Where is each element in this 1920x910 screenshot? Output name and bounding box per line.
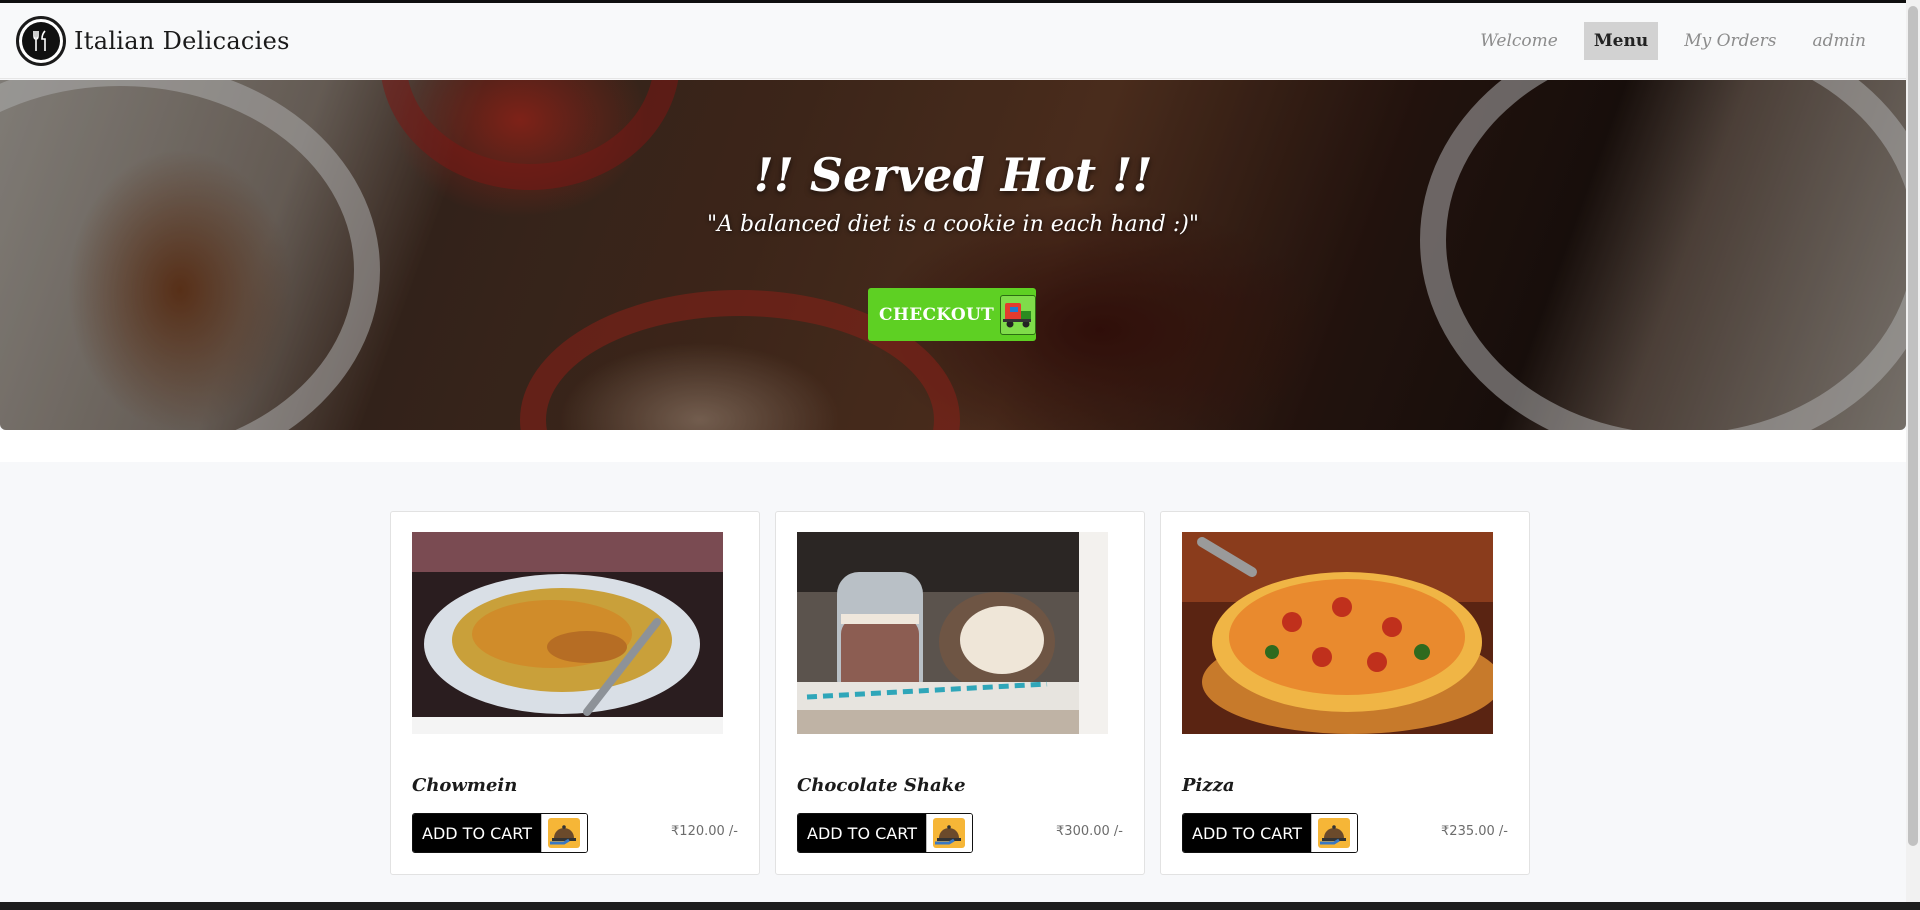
chocolate-shake-photo	[797, 532, 1108, 734]
nav-link-welcome[interactable]: Welcome	[1470, 22, 1568, 60]
item-name: Chocolate Shake	[797, 775, 966, 796]
nav-link-admin[interactable]: admin	[1802, 22, 1876, 60]
item-name: Chowmein	[412, 775, 518, 796]
item-price: ₹300.00 /-	[1056, 824, 1123, 839]
brand-name[interactable]: Italian Delicacies	[74, 27, 290, 55]
scrollbar-thumb[interactable]	[1908, 6, 1918, 846]
navbar: Italian Delicacies Welcome Menu My Order…	[0, 3, 1906, 79]
item-price: ₹235.00 /-	[1441, 824, 1508, 839]
serving-dish-icon	[1310, 814, 1357, 852]
menu-cards: Chowmein ADD TO CART ₹120.00 /- Chocolat…	[390, 511, 1530, 875]
fork-knife-icon	[33, 29, 46, 51]
delivery-cart-icon	[1000, 294, 1037, 335]
vertical-scrollbar[interactable]	[1906, 0, 1920, 910]
hero-quote: "A balanced diet is a cookie in each han…	[707, 212, 1199, 237]
item-price: ₹120.00 /-	[671, 824, 738, 839]
pizza-photo	[1182, 532, 1493, 734]
add-to-cart-label: ADD TO CART	[413, 814, 541, 852]
checkout-button[interactable]: CHECKOUT	[868, 288, 1037, 341]
chowmein-photo	[412, 532, 723, 734]
add-to-cart-label: ADD TO CART	[798, 814, 926, 852]
add-to-cart-button[interactable]: ADD TO CART	[412, 813, 588, 853]
menu-card: Pizza ADD TO CART ₹235.00 /-	[1160, 511, 1530, 875]
hero-banner: !! Served Hot !! "A balanced diet is a c…	[0, 80, 1906, 430]
serving-dish-icon	[925, 814, 972, 852]
add-to-cart-button[interactable]: ADD TO CART	[1182, 813, 1358, 853]
nav-link-my-orders[interactable]: My Orders	[1674, 22, 1786, 60]
serving-dish-icon	[540, 814, 587, 852]
menu-card: Chowmein ADD TO CART ₹120.00 /-	[390, 511, 760, 875]
bottom-edge	[0, 902, 1920, 910]
hero-title: !! Served Hot !!	[753, 148, 1153, 202]
nav-link-menu[interactable]: Menu	[1583, 22, 1659, 60]
add-to-cart-label: ADD TO CART	[1183, 814, 1311, 852]
checkout-label: CHECKOUT	[879, 304, 995, 325]
brand-logo[interactable]	[16, 15, 66, 66]
nav-links: Welcome Menu My Orders admin	[1470, 22, 1876, 60]
menu-card: Chocolate Shake ADD TO CART ₹300.00 /-	[775, 511, 1145, 875]
item-name: Pizza	[1182, 775, 1235, 796]
add-to-cart-button[interactable]: ADD TO CART	[797, 813, 973, 853]
